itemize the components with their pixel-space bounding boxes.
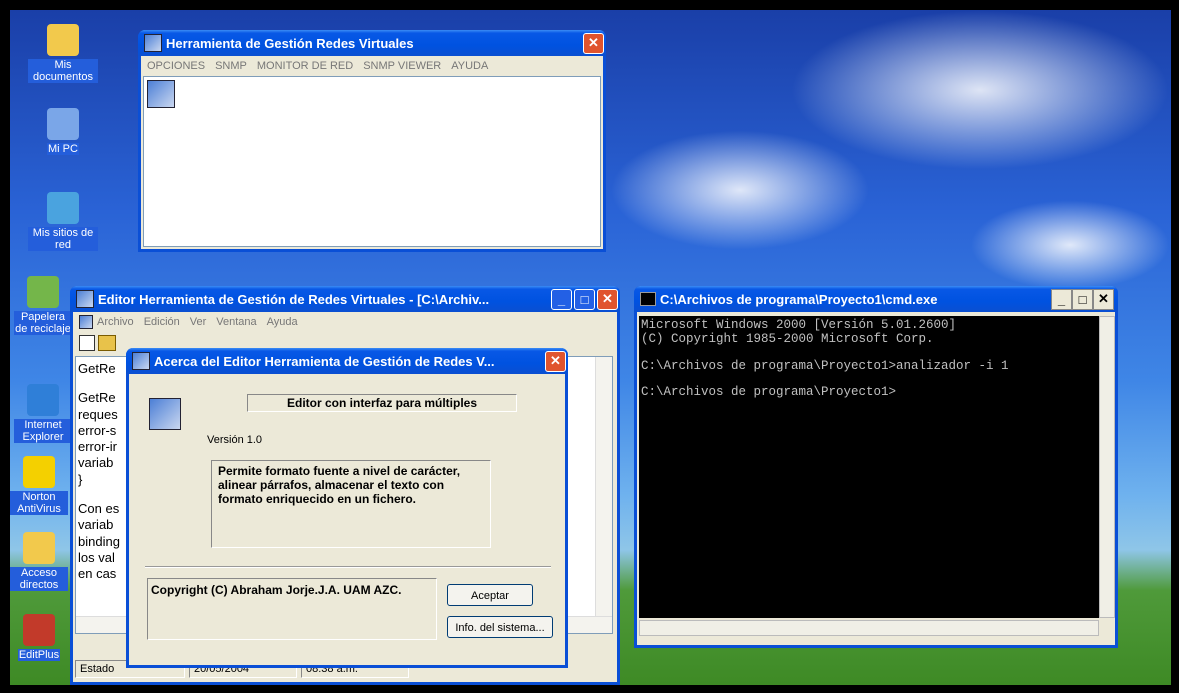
editor-text-line: error-ir xyxy=(78,439,117,455)
separator xyxy=(145,566,551,568)
desktop-icon-accesos[interactable]: Acceso directos xyxy=(10,532,68,591)
copyright: Copyright (C) Abraham Jorje.J.A. UAM AZC… xyxy=(147,578,437,640)
app-icon xyxy=(144,34,162,52)
console-line: C:\Archivos de programa\Proyecto1>analiz… xyxy=(641,358,1009,373)
close-button[interactable]: ✕ xyxy=(597,288,618,310)
main-client-area xyxy=(143,76,601,247)
close-button[interactable]: ✕ xyxy=(583,32,604,54)
network-icon xyxy=(47,192,79,224)
console-output[interactable]: Microsoft Windows 2000 [Versión 5.01.260… xyxy=(639,316,1099,618)
cmd-icon xyxy=(640,292,656,306)
minimize-button[interactable]: _ xyxy=(1051,288,1072,310)
desktop: Mis documentos Mi PC Mis sitios de red P… xyxy=(10,10,1171,685)
menu-snmp[interactable]: SNMP xyxy=(215,60,247,72)
editor-text-line: los val xyxy=(78,549,115,565)
desktop-icon-editplus[interactable]: EditPlus xyxy=(10,614,68,661)
cloud xyxy=(610,130,870,250)
editor-app-icon xyxy=(149,398,181,430)
cmd-titlebar[interactable]: C:\Archivos de programa\Proyecto1\cmd.ex… xyxy=(634,286,1118,312)
desktop-icon-mi-pc[interactable]: Mi PC xyxy=(28,108,98,155)
console-text: Microsoft Windows 2000 [Versión 5.01.260… xyxy=(639,316,1099,401)
system-info-button[interactable]: Info. del sistema... xyxy=(447,616,553,638)
accept-button[interactable]: Aceptar xyxy=(447,584,533,606)
doc-icon xyxy=(79,315,93,329)
computer-icon xyxy=(47,108,79,140)
close-button[interactable]: ✕ xyxy=(545,350,566,372)
editor-text-line: reques xyxy=(78,406,118,422)
menu-snmp-viewer[interactable]: SNMP VIEWER xyxy=(363,60,441,72)
console-line: Microsoft Windows 2000 [Versión 5.01.260… xyxy=(641,318,957,332)
menu-archivo[interactable]: Archivo xyxy=(97,316,134,328)
version-label: Versión 1.0 xyxy=(207,434,263,446)
editor-text-line: variab xyxy=(78,517,114,533)
menu-opciones[interactable]: OPCIONES xyxy=(147,60,205,72)
menu-ventana[interactable]: Ventana xyxy=(216,316,256,328)
editor-menubar: Archivo Edición Ver Ventana Ayuda xyxy=(73,312,617,332)
editor-titlebar[interactable]: Editor Herramienta de Gestión de Redes V… xyxy=(70,286,620,312)
horizontal-scrollbar[interactable] xyxy=(639,620,1099,636)
desktop-icon-mis-sitios-de-red[interactable]: Mis sitios de red xyxy=(28,192,98,251)
main-window-titlebar[interactable]: Herramienta de Gestión Redes Virtuales ✕ xyxy=(138,30,606,56)
menu-ver[interactable]: Ver xyxy=(190,316,207,328)
vertical-scrollbar[interactable] xyxy=(1099,316,1115,618)
editor-text-line xyxy=(78,377,120,390)
editor-text-line: error-s xyxy=(78,422,117,438)
desktop-icon-papelera[interactable]: Papelera de reciclaje xyxy=(14,276,72,335)
vertical-scrollbar[interactable] xyxy=(595,357,612,617)
editor-text-line xyxy=(78,488,120,501)
cloud xyxy=(970,200,1170,290)
norton-icon xyxy=(23,456,55,488)
description: Permite formato fuente a nivel de caráct… xyxy=(211,460,491,548)
console-line: (C) Copyright 1985-2000 Microsoft Corp. xyxy=(641,332,934,346)
main-menubar: OPCIONES SNMP MONITOR DE RED SNMP VIEWER… xyxy=(141,56,603,76)
folder-icon xyxy=(47,24,79,56)
menu-ayuda[interactable]: Ayuda xyxy=(267,316,298,328)
editor-text: GetRe GetRe reques error-s error-ir variab} Co… xyxy=(78,361,120,583)
menu-ayuda[interactable]: AYUDA xyxy=(451,60,488,72)
cmd-window: C:\Archivos de programa\Proyecto1\cmd.ex… xyxy=(634,286,1118,648)
editor-text-line: en cas xyxy=(78,566,117,582)
main-window: Herramienta de Gestión Redes Virtuales ✕… xyxy=(138,30,606,252)
editor-text-line: variab xyxy=(78,455,114,471)
editplus-icon xyxy=(23,614,55,646)
console-line: C:\Archivos de programa\Proyecto1> xyxy=(641,385,897,399)
desktop-icon-mis-documentos[interactable]: Mis documentos xyxy=(28,24,98,83)
app-icon xyxy=(76,290,94,308)
about-titlebar[interactable]: Acerca del Editor Herramienta de Gestión… xyxy=(126,348,568,374)
menu-edicion[interactable]: Edición xyxy=(144,316,180,328)
open-folder-icon[interactable] xyxy=(98,335,116,351)
menu-monitor-de-red[interactable]: MONITOR DE RED xyxy=(257,60,353,72)
close-button[interactable]: ✕ xyxy=(1093,288,1114,310)
maximize-button[interactable]: □ xyxy=(574,288,595,310)
network-tool-icon xyxy=(147,80,175,108)
app-icon xyxy=(132,352,150,370)
editor-text-line: } xyxy=(78,471,83,487)
new-file-icon[interactable] xyxy=(79,335,95,351)
maximize-button[interactable]: □ xyxy=(1072,288,1093,310)
folder-icon xyxy=(23,532,55,564)
desktop-icon-norton[interactable]: Norton AntiVirus xyxy=(10,456,68,515)
about-dialog: Acerca del Editor Herramienta de Gestión… xyxy=(126,348,568,668)
cloud xyxy=(790,10,1170,170)
editor-text-line: Con es xyxy=(78,501,120,517)
editor-text-line: GetRe xyxy=(78,361,116,376)
editor-text-line: binding xyxy=(78,533,120,549)
minimize-button[interactable]: _ xyxy=(551,288,572,310)
recycle-bin-icon xyxy=(27,276,59,308)
product-name: Editor con interfaz para múltiples xyxy=(247,394,517,412)
desktop-icon-internet-explorer[interactable]: Internet Explorer xyxy=(14,384,72,443)
internet-explorer-icon xyxy=(27,384,59,416)
editor-text-line: GetRe xyxy=(78,390,116,406)
